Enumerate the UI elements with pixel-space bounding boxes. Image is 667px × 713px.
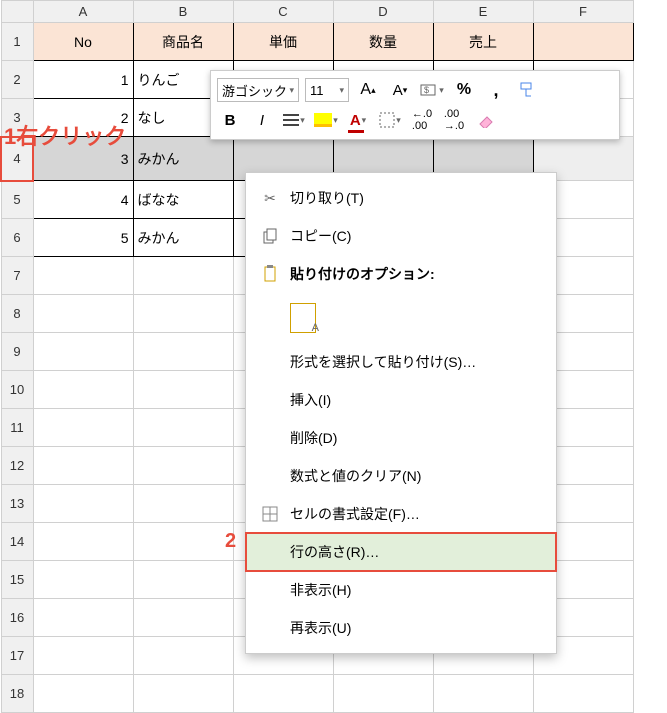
col-header-F[interactable]: F <box>533 1 633 23</box>
italic-button[interactable]: I <box>249 107 275 133</box>
row-header-14[interactable]: 14 <box>1 523 33 561</box>
row-header-10[interactable]: 10 <box>1 371 33 409</box>
increase-decimal-icon: ←.0.00 <box>412 108 432 132</box>
menu-insert-label: 挿入(I) <box>284 390 542 410</box>
col-header-E[interactable]: E <box>433 1 533 23</box>
col-header-D[interactable]: D <box>333 1 433 23</box>
cell-B6[interactable]: みかん <box>133 219 233 257</box>
paste-icon <box>290 303 316 333</box>
accounting-format-button[interactable]: $▾ <box>419 77 445 103</box>
borders-button[interactable]: ▾ <box>377 107 403 133</box>
cell-D1[interactable]: 数量 <box>333 23 433 61</box>
scissors-icon: ✂ <box>256 190 284 207</box>
menu-cut-label: 切り取り(T) <box>284 188 542 208</box>
bold-button[interactable]: B <box>217 107 243 133</box>
row-header-1[interactable]: 1 <box>1 23 33 61</box>
clipboard-icon <box>256 265 284 283</box>
cell-A6[interactable]: 5 <box>33 219 133 257</box>
col-header-C[interactable]: C <box>233 1 333 23</box>
row-header-15[interactable]: 15 <box>1 561 33 599</box>
menu-paste-special-label: 形式を選択して貼り付け(S)… <box>284 352 542 372</box>
cell-A4[interactable]: 3 <box>33 137 133 181</box>
col-header-A[interactable]: A <box>33 1 133 23</box>
context-menu: ✂ 切り取り(T) コピー(C) 貼り付けのオプション: 形式を選択して貼り付け… <box>245 172 557 654</box>
menu-unhide-label: 再表示(U) <box>284 618 542 638</box>
percent-format-button[interactable]: % <box>451 77 477 103</box>
cell-A5[interactable]: 4 <box>33 181 133 219</box>
menu-row-height-label: 行の高さ(R)… <box>284 542 542 562</box>
row-header-13[interactable]: 13 <box>1 485 33 523</box>
decrease-decimal-icon: .00→.0 <box>444 108 464 132</box>
increase-decimal-button[interactable]: ←.0.00 <box>409 107 435 133</box>
decrease-decimal-button[interactable]: .00→.0 <box>441 107 467 133</box>
fill-color-button[interactable]: ▾ <box>313 107 339 133</box>
menu-format-cells-label: セルの書式設定(F)… <box>284 504 542 524</box>
menu-cut[interactable]: ✂ 切り取り(T) <box>246 179 556 217</box>
select-all-corner[interactable] <box>1 1 33 23</box>
cell-C1[interactable]: 単価 <box>233 23 333 61</box>
format-painter-icon <box>519 81 537 99</box>
font-size-label: 11 <box>310 83 324 98</box>
format-cells-icon <box>256 506 284 522</box>
row-header-5[interactable]: 5 <box>1 181 33 219</box>
row-header-11[interactable]: 11 <box>1 409 33 447</box>
format-painter-button[interactable] <box>515 77 541 103</box>
menu-copy[interactable]: コピー(C) <box>246 217 556 255</box>
clear-formats-button[interactable] <box>473 107 499 133</box>
menu-row-height[interactable]: 行の高さ(R)… <box>246 533 556 571</box>
align-icon <box>283 113 299 127</box>
col-header-B[interactable]: B <box>133 1 233 23</box>
align-button[interactable]: ▾ <box>281 107 307 133</box>
chevron-down-icon: ▾ <box>289 85 294 96</box>
menu-insert[interactable]: 挿入(I) <box>246 381 556 419</box>
row-header-6[interactable]: 6 <box>1 219 33 257</box>
cell-E1[interactable]: 売上 <box>433 23 533 61</box>
increase-font-button[interactable]: A▴ <box>355 77 381 103</box>
decrease-font-button[interactable]: A▾ <box>387 77 413 103</box>
menu-format-cells[interactable]: セルの書式設定(F)… <box>246 495 556 533</box>
mini-toolbar: 游ゴシック ▾ 11 ▾ A▴ A▾ $▾ % , B I ▾ ▾ A▾ ▾ <box>210 70 620 140</box>
row-header-16[interactable]: 16 <box>1 599 33 637</box>
row-header-3[interactable]: 3 <box>1 99 33 137</box>
font-family-label: 游ゴシック <box>222 81 287 100</box>
menu-unhide[interactable]: 再表示(U) <box>246 609 556 647</box>
cell-B5[interactable]: ばなな <box>133 181 233 219</box>
cell-B4[interactable]: みかん <box>133 137 233 181</box>
cell-A2[interactable]: 1 <box>33 61 133 99</box>
accounting-icon: $ <box>420 82 438 98</box>
row-header-12[interactable]: 12 <box>1 447 33 485</box>
fill-color-icon <box>314 113 332 127</box>
menu-paste-options: 貼り付けのオプション: <box>246 255 556 293</box>
cell-A3[interactable]: 2 <box>33 99 133 137</box>
font-family-select[interactable]: 游ゴシック ▾ <box>217 78 299 102</box>
comma-format-button[interactable]: , <box>483 77 509 103</box>
font-color-button[interactable]: A▾ <box>345 107 371 133</box>
cell-B1[interactable]: 商品名 <box>133 23 233 61</box>
svg-text:$: $ <box>424 85 429 95</box>
row-header-7[interactable]: 7 <box>1 257 33 295</box>
eraser-icon <box>477 112 495 128</box>
row-header-8[interactable]: 8 <box>1 295 33 333</box>
menu-delete[interactable]: 削除(D) <box>246 419 556 457</box>
row-header-17[interactable]: 17 <box>1 637 33 675</box>
copy-icon <box>256 228 284 244</box>
menu-delete-label: 削除(D) <box>284 428 542 448</box>
borders-icon <box>379 112 395 128</box>
menu-clear-contents[interactable]: 数式と値のクリア(N) <box>246 457 556 495</box>
chevron-down-icon: ▾ <box>339 85 344 96</box>
cell-A1[interactable]: No <box>33 23 133 61</box>
menu-hide[interactable]: 非表示(H) <box>246 571 556 609</box>
font-size-select[interactable]: 11 ▾ <box>305 78 349 102</box>
row-header-4[interactable]: 4 <box>1 137 33 181</box>
row-header-18[interactable]: 18 <box>1 675 33 713</box>
menu-paste-options-label: 貼り付けのオプション: <box>284 264 542 284</box>
menu-clear-label: 数式と値のクリア(N) <box>284 466 542 486</box>
menu-copy-label: コピー(C) <box>284 226 542 246</box>
menu-paste-special[interactable]: 形式を選択して貼り付け(S)… <box>246 343 556 381</box>
menu-paste-default[interactable] <box>246 293 556 343</box>
cell-F1[interactable] <box>533 23 633 61</box>
menu-hide-label: 非表示(H) <box>284 580 542 600</box>
row-header-9[interactable]: 9 <box>1 333 33 371</box>
row-header-2[interactable]: 2 <box>1 61 33 99</box>
